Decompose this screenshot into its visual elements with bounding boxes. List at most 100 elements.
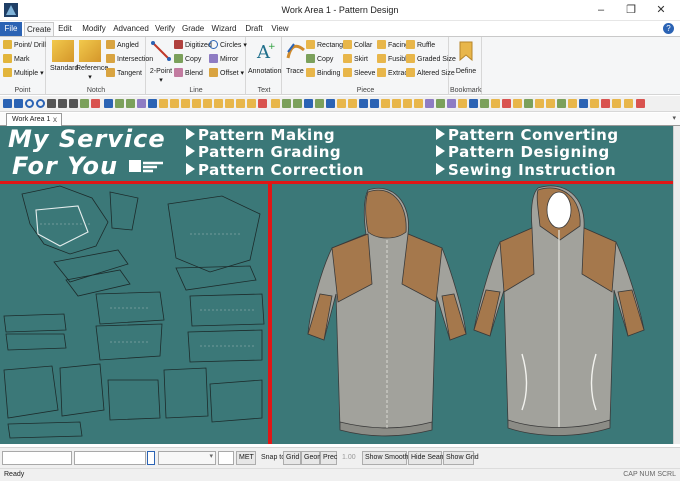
layer-tool-icon[interactable] <box>546 99 555 108</box>
tangent-notch-button[interactable]: Tangent <box>106 68 142 79</box>
slash-tool-icon[interactable] <box>359 99 368 108</box>
fullscreen-icon[interactable] <box>91 99 100 108</box>
tab-create[interactable]: Create <box>24 22 54 36</box>
rotate-tool-icon[interactable] <box>282 99 291 108</box>
option-tool-icon[interactable] <box>535 99 544 108</box>
seam-tool-icon[interactable] <box>214 99 223 108</box>
piece-tool-icon[interactable] <box>159 99 168 108</box>
flag-tool-icon[interactable] <box>601 99 610 108</box>
piece-list-icon[interactable] <box>612 99 621 108</box>
save-all-icon[interactable] <box>14 99 23 108</box>
align-tool-icon[interactable] <box>304 99 313 108</box>
import-tool-icon[interactable] <box>524 99 533 108</box>
document-tab[interactable]: Work Area 1 x <box>6 113 62 126</box>
close-button[interactable]: ✕ <box>646 0 676 21</box>
sample-tool-icon[interactable] <box>624 99 633 108</box>
curve-tool-icon[interactable] <box>137 99 146 108</box>
save-icon[interactable] <box>3 99 12 108</box>
hide-seams-button[interactable]: Hide Seams <box>408 451 449 465</box>
redo-icon[interactable] <box>36 99 45 108</box>
rules-tool-icon[interactable] <box>469 99 478 108</box>
export-tool-icon[interactable] <box>513 99 522 108</box>
view-tool-icon[interactable] <box>557 99 566 108</box>
tab-grade[interactable]: Grade <box>182 22 204 36</box>
angled-notch-button[interactable]: Angled <box>106 40 139 51</box>
standard-notch-button[interactable]: Standard <box>50 40 78 73</box>
show-smoothing-button[interactable]: Show Smoothing <box>362 451 418 465</box>
piece-view-icon[interactable] <box>568 99 577 108</box>
ruffle-button[interactable]: Ruffle <box>406 40 435 51</box>
coordinate-field-2[interactable] <box>74 451 146 465</box>
spread-tool-icon[interactable] <box>370 99 379 108</box>
snap-prec-button[interactable]: Prec <box>320 451 337 465</box>
two-point-line-button[interactable]: 2-Point ▾ <box>149 40 173 85</box>
tab-verify[interactable]: Verify <box>154 22 176 36</box>
annotation-button[interactable]: A + Annotation <box>248 40 281 76</box>
line-tool-icon[interactable] <box>126 99 135 108</box>
customize-toolbar-icon[interactable] <box>636 99 645 108</box>
split-tool-icon[interactable] <box>247 99 256 108</box>
sizes-tool-icon[interactable] <box>458 99 467 108</box>
point-tool-icon[interactable] <box>115 99 124 108</box>
pleat-tool-icon[interactable] <box>348 99 357 108</box>
alter-tool-icon[interactable] <box>502 99 511 108</box>
marker-tool-icon[interactable] <box>414 99 423 108</box>
reference-notch-button[interactable]: Reference ▾ <box>76 40 108 82</box>
tab-view[interactable]: View <box>270 22 290 36</box>
delete-tool-icon[interactable] <box>258 99 267 108</box>
digitized-line-button[interactable]: Digitized <box>174 40 212 51</box>
show-grid-button[interactable]: Show Grid <box>443 451 479 465</box>
value-field-selector[interactable] <box>147 451 155 465</box>
label-tool-icon[interactable] <box>403 99 412 108</box>
combine-tool-icon[interactable] <box>381 99 390 108</box>
copy-line-button[interactable]: Copy <box>174 54 201 65</box>
maximize-button[interactable]: ❐ <box>616 0 646 21</box>
snap-geom-button[interactable]: Geom <box>301 451 323 465</box>
trace-button[interactable]: Trace <box>285 40 305 76</box>
dart-tool-icon[interactable] <box>337 99 346 108</box>
sleeve-button[interactable]: Sleeve ▾ <box>343 68 381 79</box>
redraw-icon[interactable] <box>579 99 588 108</box>
mirror-tool-icon[interactable] <box>192 99 201 108</box>
measure-tool-icon[interactable] <box>236 99 245 108</box>
multiple-button[interactable]: Multiple ▾ <box>3 68 44 79</box>
offset-button[interactable]: Offset ▾ <box>209 68 244 79</box>
undo-icon[interactable] <box>25 99 34 108</box>
snap-grid-button[interactable]: Grid <box>283 451 301 465</box>
document-tab-close-icon[interactable]: x <box>53 114 57 126</box>
arc-tool-icon[interactable] <box>148 99 157 108</box>
move-tool-icon[interactable] <box>315 99 324 108</box>
document-list-menu-icon[interactable]: ▾ <box>672 114 676 122</box>
mirror-button[interactable]: Mirror <box>209 54 238 65</box>
notch-tool-icon[interactable] <box>170 99 179 108</box>
zoom-fit-icon[interactable] <box>69 99 78 108</box>
minimize-button[interactable]: – <box>586 0 616 21</box>
style-tool-icon[interactable] <box>491 99 500 108</box>
coordinate-field-1[interactable] <box>2 451 72 465</box>
extra-tool-icon[interactable] <box>590 99 599 108</box>
zoom-in-icon[interactable] <box>47 99 56 108</box>
point-drill-button[interactable]: Point/ Drill <box>3 40 46 51</box>
vertical-scrollbar[interactable] <box>673 126 680 444</box>
skirt-button[interactable]: Skirt <box>343 54 368 65</box>
flip-tool-icon[interactable] <box>293 99 302 108</box>
trace-tool-icon[interactable] <box>271 99 280 108</box>
tab-advanced[interactable]: Advanced <box>113 22 149 36</box>
ruler-tool-icon[interactable] <box>425 99 434 108</box>
plot-tool-icon[interactable] <box>436 99 445 108</box>
grid-icon[interactable] <box>80 99 89 108</box>
binding-button[interactable]: Binding <box>306 68 340 79</box>
check-tool-icon[interactable] <box>480 99 489 108</box>
tab-edit[interactable]: Edit <box>56 22 74 36</box>
tab-wizard[interactable]: Wizard <box>211 22 237 36</box>
select-icon[interactable] <box>104 99 113 108</box>
work-area-canvas[interactable]: My Service For You Pattern Making Patter… <box>0 126 673 444</box>
tab-modify[interactable]: Modify <box>80 22 108 36</box>
blend-line-button[interactable]: Blend <box>174 68 203 79</box>
fold-tool-icon[interactable] <box>203 99 212 108</box>
extract-button[interactable]: Extract <box>377 68 410 79</box>
met-button[interactable]: MET <box>236 451 256 465</box>
walk-tool-icon[interactable] <box>326 99 335 108</box>
facing-button[interactable]: Facing <box>377 40 409 51</box>
print-tool-icon[interactable] <box>447 99 456 108</box>
